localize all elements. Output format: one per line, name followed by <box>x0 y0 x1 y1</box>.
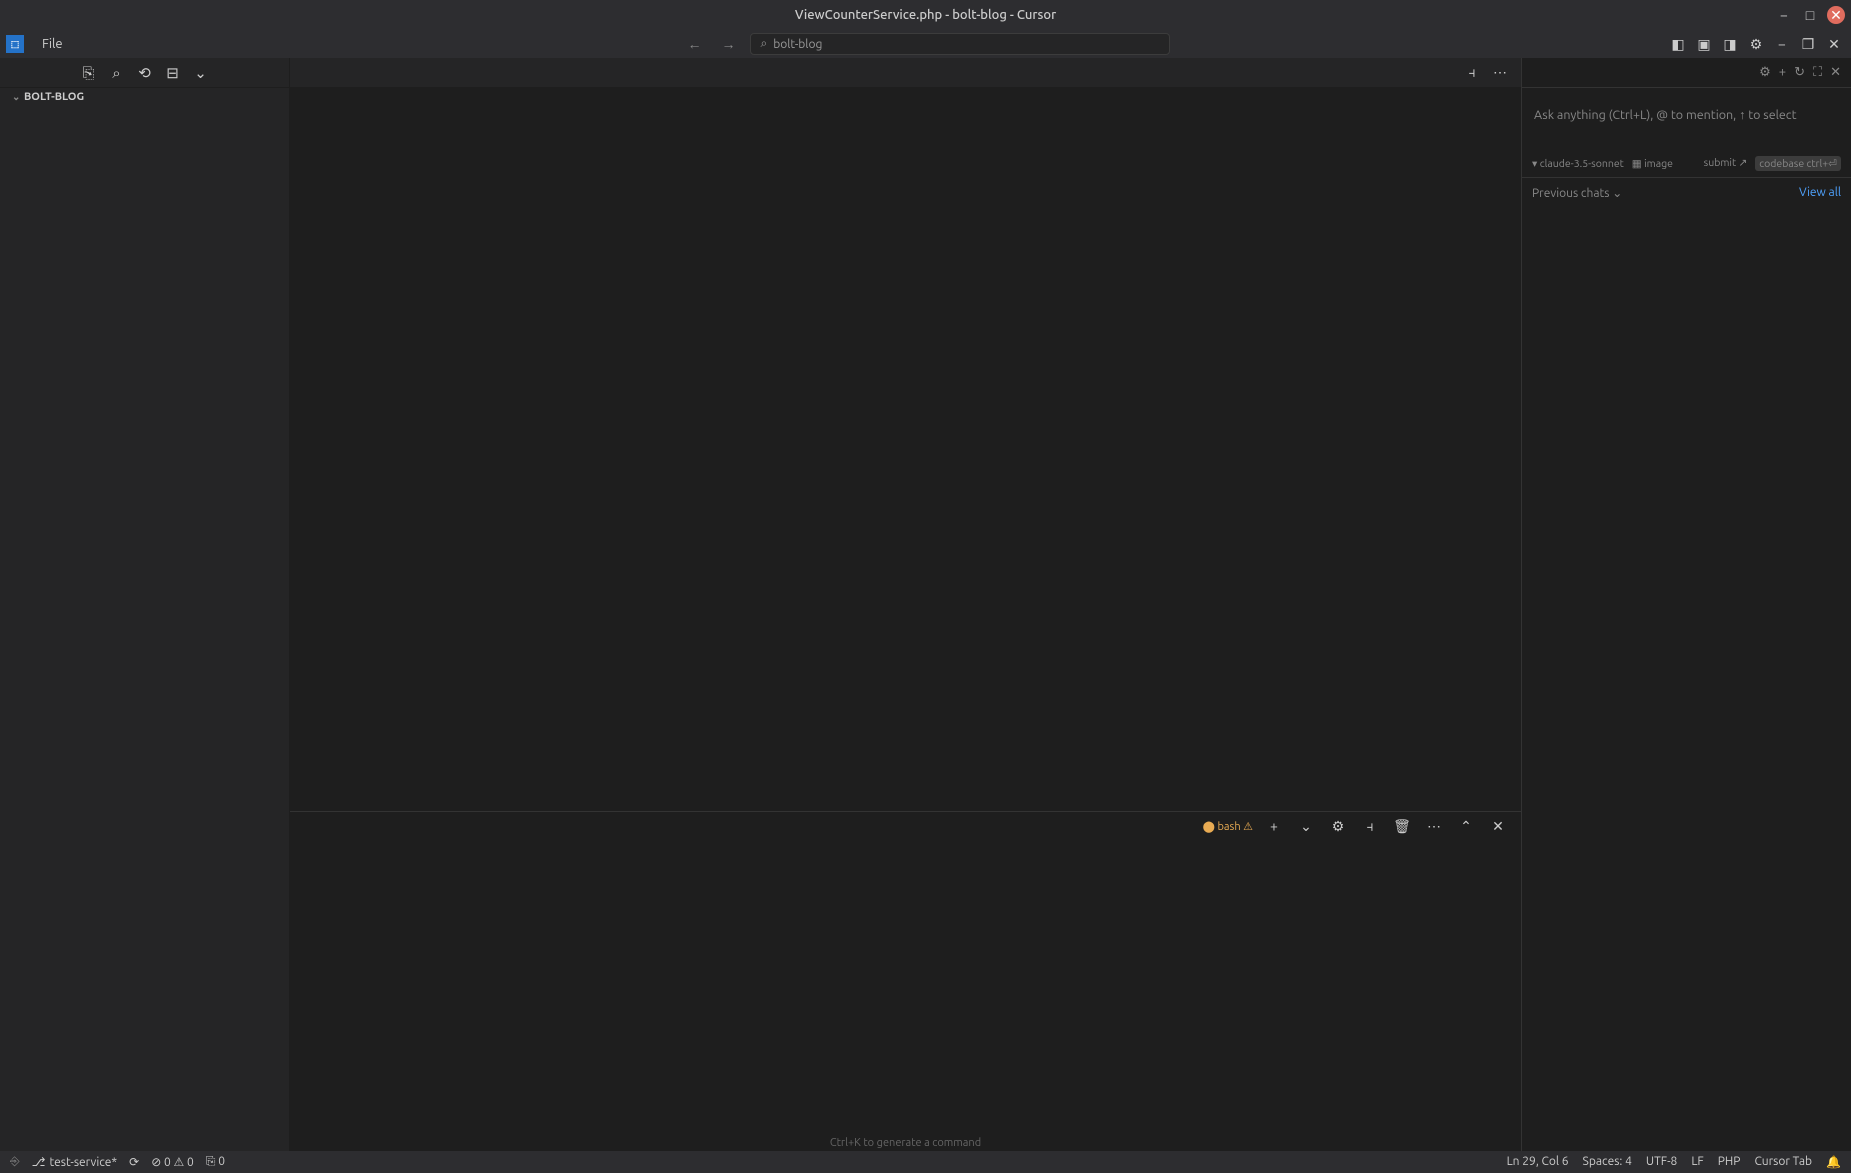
generate-hint: Ctrl+K to generate a command <box>290 1135 1521 1151</box>
terminal-add-icon[interactable]: + <box>1263 815 1285 837</box>
more-icon[interactable]: ⌄ <box>187 59 215 87</box>
nav-back-button[interactable]: ← <box>682 36 708 52</box>
prev-chats-label: Previous chats ⌄ <box>1532 186 1622 200</box>
encoding[interactable]: UTF-8 <box>1646 1155 1677 1169</box>
sync-button[interactable]: ⟳ <box>129 1155 139 1169</box>
terminal-tabs: ⬤ bash ⚠ + ⌄ ⚙ ⫞ 🗑 ⋯ ⌃ ✕ <box>290 812 1521 840</box>
menubar: ⬚ File ← → ⌕ bolt-blog ◧ ▣ ◨ ⚙ − ❐ ✕ <box>0 30 1851 58</box>
git-branch[interactable]: ⎇ test-service* <box>32 1155 118 1169</box>
terminal-maximize-icon[interactable]: ⌃ <box>1455 815 1477 837</box>
search-icon: ⌕ <box>761 37 768 51</box>
terminal-shell-label[interactable]: ⬤ bash ⚠ <box>1203 820 1253 833</box>
layout-panel-icon[interactable]: ▣ <box>1693 33 1715 55</box>
settings-gear-icon[interactable]: ⚙ <box>1745 33 1767 55</box>
chat-settings-icon[interactable]: ⚙ <box>1759 65 1771 80</box>
editor-tabs: ⫞ ⋯ <box>290 58 1521 88</box>
restore-panel-icon[interactable]: ❐ <box>1797 33 1819 55</box>
file-tree <box>0 106 289 1151</box>
terminal-settings-icon[interactable]: ⚙ <box>1327 815 1349 837</box>
minimize-panel-icon[interactable]: − <box>1771 33 1793 55</box>
layout-sidebar-left-icon[interactable]: ◧ <box>1667 33 1689 55</box>
chevron-down-icon: ⌄ <box>12 91 24 103</box>
notifications-icon[interactable]: 🔔 <box>1826 1155 1841 1169</box>
nav-forward-button[interactable]: → <box>716 36 742 52</box>
terminal-more-icon[interactable]: ⋯ <box>1423 815 1445 837</box>
layout-sidebar-right-icon[interactable]: ◨ <box>1719 33 1741 55</box>
code-body[interactable] <box>340 96 1521 811</box>
remote-indicator[interactable]: ⎆ <box>10 1155 20 1169</box>
chat-context-files <box>1522 88 1851 100</box>
breadcrumb[interactable] <box>290 88 1521 96</box>
chat-close-icon[interactable]: ✕ <box>1830 65 1841 80</box>
explorer-header[interactable]: ⌄ BOLT-BLOG <box>0 88 289 106</box>
port-indicator[interactable]: ⎘ 0 <box>206 1155 225 1169</box>
window-title: ViewCounterService.php - bolt-blog - Cur… <box>795 8 1056 22</box>
previous-chats: Previous chats ⌄ View all <box>1522 177 1851 216</box>
submit-button[interactable]: submit ↗ <box>1704 156 1748 171</box>
image-attach[interactable]: ▦ image <box>1632 157 1673 170</box>
collapse-icon[interactable]: ⊟ <box>159 59 187 87</box>
terminal-panel: ⬤ bash ⚠ + ⌄ ⚙ ⫞ 🗑 ⋯ ⌃ ✕ Ctrl+K to gener… <box>290 811 1521 1151</box>
codebase-button[interactable]: codebase ctrl+⏎ <box>1755 156 1841 171</box>
terminal-dropdown-icon[interactable]: ⌄ <box>1295 815 1317 837</box>
search-placeholder: bolt-blog <box>773 38 822 51</box>
chat-input[interactable]: Ask anything (Ctrl+L), @ to mention, ↑ t… <box>1522 100 1851 130</box>
app-logo: ⬚ <box>6 35 24 53</box>
problems-indicator[interactable]: ⊘ 0 ⚠ 0 <box>151 1155 194 1169</box>
indentation[interactable]: Spaces: 4 <box>1583 1155 1632 1169</box>
window-minimize-button[interactable]: − <box>1775 6 1793 24</box>
language-mode[interactable]: PHP <box>1718 1155 1741 1169</box>
chat-panel: ⚙ + ↻ ⛶ ✕ Ask anything (Ctrl+L), @ to me… <box>1521 58 1851 1151</box>
view-all-link[interactable]: View all <box>1799 186 1841 200</box>
terminal-split-icon[interactable]: ⫞ <box>1359 815 1381 837</box>
terminal-output[interactable] <box>290 840 1521 1135</box>
search-sidebar-icon[interactable]: ⌕ <box>103 59 131 87</box>
chat-new-icon[interactable]: + <box>1779 65 1786 80</box>
command-search-input[interactable]: ⌕ bolt-blog <box>750 33 1170 55</box>
editor-area: ⫞ ⋯ ⬤ bash ⚠ + ⌄ ⚙ ⫞ 🗑 ⋯ ⌃ ✕ <box>290 58 1521 1151</box>
cursor-position[interactable]: Ln 29, Col 6 <box>1507 1155 1569 1169</box>
chat-expand-icon[interactable]: ⛶ <box>1813 65 1822 80</box>
terminal-trash-icon[interactable]: 🗑 <box>1391 815 1413 837</box>
model-selector[interactable]: ▾ claude-3.5-sonnet <box>1532 157 1624 170</box>
chat-history-icon[interactable]: ↻ <box>1794 65 1805 80</box>
line-gutter <box>290 96 340 811</box>
statusbar: ⎆ ⎇ test-service* ⟳ ⊘ 0 ⚠ 0 ⎘ 0 Ln 29, C… <box>0 1151 1851 1173</box>
window-titlebar: ViewCounterService.php - bolt-blog - Cur… <box>0 0 1851 30</box>
window-close-button[interactable]: ✕ <box>1827 6 1845 24</box>
window-maximize-button[interactable]: □ <box>1801 6 1819 24</box>
eol[interactable]: LF <box>1691 1155 1703 1169</box>
editor-content[interactable] <box>290 96 1521 811</box>
cursor-tab[interactable]: Cursor Tab <box>1754 1155 1812 1169</box>
split-editor-icon[interactable]: ⫞ <box>1461 62 1483 84</box>
refresh-icon[interactable]: ⟲ <box>131 59 159 87</box>
terminal-close-icon[interactable]: ✕ <box>1487 815 1509 837</box>
new-file-icon[interactable]: ⎘ <box>75 59 103 87</box>
more-actions-icon[interactable]: ⋯ <box>1489 62 1511 84</box>
explorer-sidebar: ⎘ ⌕ ⟲ ⊟ ⌄ ⌄ BOLT-BLOG <box>0 58 290 1151</box>
chat-tabs: ⚙ + ↻ ⛶ ✕ <box>1522 58 1851 88</box>
menu-file[interactable]: File <box>34 37 71 51</box>
close-panel-icon[interactable]: ✕ <box>1823 33 1845 55</box>
